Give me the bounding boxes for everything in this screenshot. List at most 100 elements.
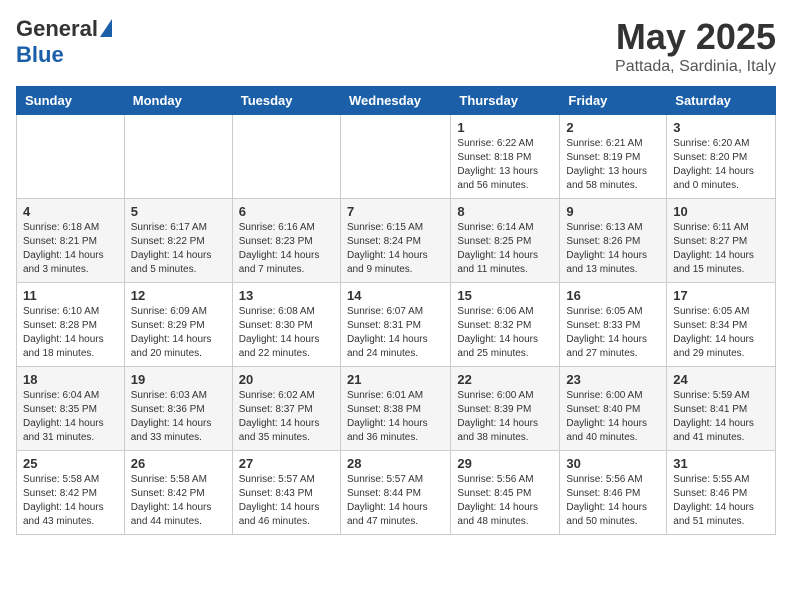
day-number: 26 [131,456,226,471]
calendar-cell [17,115,125,199]
calendar-cell [232,115,340,199]
day-number: 15 [457,288,553,303]
calendar-cell: 13 Sunrise: 6:08 AM Sunset: 8:30 PM Dayli… [232,283,340,367]
calendar-cell: 18 Sunrise: 6:04 AM Sunset: 8:35 PM Dayli… [17,367,125,451]
day-info: Sunrise: 6:09 AM Sunset: 8:29 PM Dayligh… [131,305,226,361]
day-number: 1 [457,120,553,135]
calendar-cell: 11 Sunrise: 6:10 AM Sunset: 8:28 PM Dayli… [17,283,125,367]
calendar-week-2: 4 Sunrise: 6:18 AM Sunset: 8:21 PM Daylig… [17,199,776,283]
day-info: Sunrise: 6:02 AM Sunset: 8:37 PM Dayligh… [239,389,334,445]
calendar-cell: 14 Sunrise: 6:07 AM Sunset: 8:31 PM Dayli… [340,283,450,367]
day-info: Sunrise: 5:56 AM Sunset: 8:45 PM Dayligh… [457,473,553,529]
calendar-cell: 4 Sunrise: 6:18 AM Sunset: 8:21 PM Daylig… [17,199,125,283]
calendar-cell: 29Sunrise: 5:56 AM Sunset: 8:45 PM Dayli… [451,451,560,535]
day-number: 5 [131,204,226,219]
day-number: 11 [23,288,118,303]
logo-triangle-icon [100,19,112,37]
weekday-header-thursday: Thursday [451,87,560,115]
calendar-cell: 15 Sunrise: 6:06 AM Sunset: 8:32 PM Dayli… [451,283,560,367]
day-info: Sunrise: 6:05 AM Sunset: 8:34 PM Dayligh… [673,305,769,361]
day-number: 23 [566,372,660,387]
day-number: 7 [347,204,444,219]
calendar-cell: 21Sunrise: 6:01 AM Sunset: 8:38 PM Dayli… [340,367,450,451]
calendar-cell: 26 Sunrise: 5:58 AM Sunset: 8:42 PM Dayli… [124,451,232,535]
day-number: 18 [23,372,118,387]
calendar-week-4: 18 Sunrise: 6:04 AM Sunset: 8:35 PM Dayli… [17,367,776,451]
calendar-cell: 7 Sunrise: 6:15 AM Sunset: 8:24 PM Daylig… [340,199,450,283]
calendar-week-5: 25 Sunrise: 5:58 AM Sunset: 8:42 PM Dayli… [17,451,776,535]
day-number: 27 [239,456,334,471]
weekday-header-saturday: Saturday [667,87,776,115]
day-number: 13 [239,288,334,303]
calendar-cell: 3 Sunrise: 6:20 AM Sunset: 8:20 PM Daylig… [667,115,776,199]
calendar-cell: 17 Sunrise: 6:05 AM Sunset: 8:34 PM Dayli… [667,283,776,367]
day-info: Sunrise: 6:18 AM Sunset: 8:21 PM Dayligh… [23,221,118,277]
day-number: 9 [566,204,660,219]
weekday-header-wednesday: Wednesday [340,87,450,115]
calendar-cell: 20 Sunrise: 6:02 AM Sunset: 8:37 PM Dayli… [232,367,340,451]
day-number: 4 [23,204,118,219]
day-number: 16 [566,288,660,303]
weekday-header-tuesday: Tuesday [232,87,340,115]
calendar-cell: 22 Sunrise: 6:00 AM Sunset: 8:39 PM Dayli… [451,367,560,451]
day-info: Sunrise: 6:08 AM Sunset: 8:30 PM Dayligh… [239,305,334,361]
page-header: General Blue May 2025 Pattada, Sardinia,… [16,16,776,76]
day-info: Sunrise: 6:03 AM Sunset: 8:36 PM Dayligh… [131,389,226,445]
day-info: Sunrise: 6:17 AM Sunset: 8:22 PM Dayligh… [131,221,226,277]
day-info: Sunrise: 6:22 AM Sunset: 8:18 PM Dayligh… [457,137,553,193]
day-number: 20 [239,372,334,387]
day-info: Sunrise: 5:58 AM Sunset: 8:42 PM Dayligh… [131,473,226,529]
day-info: Sunrise: 6:15 AM Sunset: 8:24 PM Dayligh… [347,221,444,277]
calendar-cell: 28 Sunrise: 5:57 AM Sunset: 8:44 PM Dayli… [340,451,450,535]
day-number: 19 [131,372,226,387]
day-info: Sunrise: 6:01 AM Sunset: 8:38 PM Dayligh… [347,389,444,445]
day-info: Sunrise: 5:56 AM Sunset: 8:46 PM Dayligh… [566,473,660,529]
day-number: 25 [23,456,118,471]
calendar-cell [124,115,232,199]
day-info: Sunrise: 5:57 AM Sunset: 8:44 PM Dayligh… [347,473,444,529]
weekday-header-friday: Friday [560,87,667,115]
calendar-cell: 16Sunrise: 6:05 AM Sunset: 8:33 PM Dayli… [560,283,667,367]
day-number: 14 [347,288,444,303]
day-info: Sunrise: 6:21 AM Sunset: 8:19 PM Dayligh… [566,137,660,193]
day-number: 6 [239,204,334,219]
day-number: 30 [566,456,660,471]
calendar-cell: 8Sunrise: 6:14 AM Sunset: 8:25 PM Daylig… [451,199,560,283]
calendar-cell: 9Sunrise: 6:13 AM Sunset: 8:26 PM Daylig… [560,199,667,283]
calendar-cell: 6Sunrise: 6:16 AM Sunset: 8:23 PM Daylig… [232,199,340,283]
day-number: 10 [673,204,769,219]
logo-blue-text: Blue [16,42,64,68]
calendar-cell: 31Sunrise: 5:55 AM Sunset: 8:46 PM Dayli… [667,451,776,535]
day-info: Sunrise: 6:00 AM Sunset: 8:40 PM Dayligh… [566,389,660,445]
day-info: Sunrise: 6:06 AM Sunset: 8:32 PM Dayligh… [457,305,553,361]
day-number: 2 [566,120,660,135]
logo-general-text: General [16,16,98,42]
day-number: 28 [347,456,444,471]
calendar-cell [340,115,450,199]
day-info: Sunrise: 6:00 AM Sunset: 8:39 PM Dayligh… [457,389,553,445]
logo: General Blue [16,16,112,68]
day-number: 12 [131,288,226,303]
day-info: Sunrise: 5:57 AM Sunset: 8:43 PM Dayligh… [239,473,334,529]
weekday-header-sunday: Sunday [17,87,125,115]
month-title: May 2025 [615,16,776,58]
calendar-cell: 2 Sunrise: 6:21 AM Sunset: 8:19 PM Daylig… [560,115,667,199]
calendar-cell: 10Sunrise: 6:11 AM Sunset: 8:27 PM Dayli… [667,199,776,283]
day-info: Sunrise: 5:55 AM Sunset: 8:46 PM Dayligh… [673,473,769,529]
calendar-cell: 25 Sunrise: 5:58 AM Sunset: 8:42 PM Dayli… [17,451,125,535]
calendar-cell: 23 Sunrise: 6:00 AM Sunset: 8:40 PM Dayli… [560,367,667,451]
day-number: 3 [673,120,769,135]
day-number: 24 [673,372,769,387]
day-info: Sunrise: 6:04 AM Sunset: 8:35 PM Dayligh… [23,389,118,445]
day-info: Sunrise: 5:58 AM Sunset: 8:42 PM Dayligh… [23,473,118,529]
day-info: Sunrise: 6:20 AM Sunset: 8:20 PM Dayligh… [673,137,769,193]
title-area: May 2025 Pattada, Sardinia, Italy [615,16,776,76]
calendar-week-3: 11 Sunrise: 6:10 AM Sunset: 8:28 PM Dayli… [17,283,776,367]
day-number: 17 [673,288,769,303]
calendar-cell: 24Sunrise: 5:59 AM Sunset: 8:41 PM Dayli… [667,367,776,451]
day-info: Sunrise: 6:10 AM Sunset: 8:28 PM Dayligh… [23,305,118,361]
calendar-cell: 19 Sunrise: 6:03 AM Sunset: 8:36 PM Dayli… [124,367,232,451]
day-info: Sunrise: 6:07 AM Sunset: 8:31 PM Dayligh… [347,305,444,361]
location-title: Pattada, Sardinia, Italy [615,58,776,76]
day-number: 22 [457,372,553,387]
